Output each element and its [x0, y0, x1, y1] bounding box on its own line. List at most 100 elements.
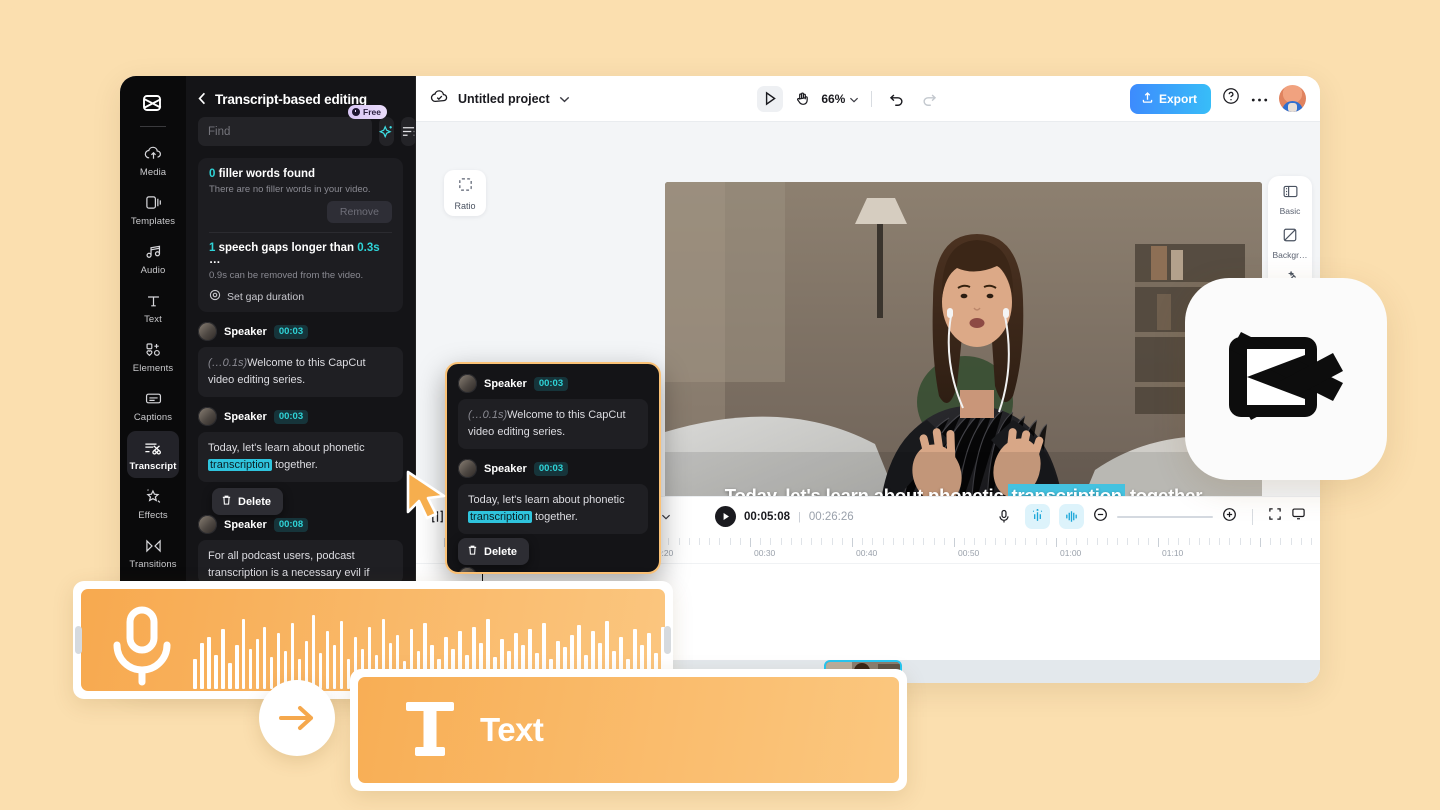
mouse-cursor — [404, 470, 452, 527]
zoom-slider[interactable] — [1117, 515, 1213, 518]
transcript-popup[interactable]: Speaker 00:03 (…0.1s)Welcome to this Cap… — [445, 362, 661, 574]
sidebar-item-transcript[interactable]: Transcript — [127, 431, 179, 478]
ratio-button[interactable]: Ratio — [444, 170, 486, 216]
ruler-tick — [1127, 538, 1129, 545]
avatar[interactable] — [1279, 85, 1306, 112]
more-horizontal-icon[interactable] — [1251, 90, 1268, 108]
capcut-logo-icon[interactable] — [136, 86, 170, 120]
cloud-check-icon[interactable] — [430, 89, 449, 109]
chevron-down-icon[interactable] — [559, 90, 570, 108]
ruler-tick — [1270, 538, 1272, 545]
popup-entry[interactable]: Speaker 00:03 Today, let's learn about p… — [458, 459, 648, 535]
sidebar-item-text[interactable]: Text — [127, 284, 179, 331]
sidebar-item-templates[interactable]: Templates — [127, 186, 179, 233]
ruler-tick — [831, 538, 833, 545]
audio-enhance-icon[interactable] — [1025, 504, 1050, 529]
waveform-icon[interactable] — [1059, 504, 1084, 529]
time-separator: | — [798, 510, 801, 523]
play-button[interactable] — [715, 506, 736, 527]
ruler-tick — [678, 538, 680, 545]
popup-entry[interactable]: Speaker 00:03 (…0.1s)Welcome to this Cap… — [458, 374, 648, 450]
highlighted-word[interactable]: transcription — [208, 459, 272, 472]
sidebar-item-audio[interactable]: Audio — [127, 235, 179, 282]
clip-handle-right[interactable] — [664, 626, 671, 654]
chevron-down-icon — [849, 92, 859, 106]
ai-sparkle-icon[interactable] — [379, 117, 394, 146]
delete-label: Delete — [484, 545, 518, 558]
transcript-text[interactable]: Today, let's learn about phonetic transc… — [458, 484, 648, 535]
remove-button[interactable]: Remove — [326, 201, 392, 223]
sidebar-item-transitions[interactable]: Transitions — [127, 529, 179, 576]
delete-button[interactable]: Delete — [212, 488, 284, 516]
transcript-text[interactable]: (…0.1s)Welcome to this CapCut video edit… — [458, 399, 648, 450]
ruler-tick — [1066, 538, 1068, 545]
video-preview[interactable]: Today, let's learn about phonetic transc… — [665, 182, 1262, 518]
export-button[interactable]: Export — [1129, 83, 1211, 114]
card-divider — [209, 232, 392, 233]
ruler-tick — [739, 538, 741, 545]
ruler-tick — [1025, 538, 1027, 545]
ruler-tick — [801, 538, 802, 545]
transcript-entry[interactable]: Speaker 00:08 For all podcast users, pod… — [198, 515, 403, 585]
ruler-tick-major — [954, 538, 955, 547]
gear-target-icon — [209, 289, 221, 304]
ruler-tick-label: 00:50 — [958, 548, 980, 558]
ruler-tick — [790, 538, 792, 545]
fit-screen-icon[interactable] — [1268, 507, 1282, 526]
right-rail-item-basic[interactable]: Basic — [1270, 184, 1310, 217]
delete-label: Delete — [238, 495, 272, 508]
transcript-text-before: Today, let's learn about phonetic — [208, 442, 365, 455]
ruler-tick — [933, 538, 935, 545]
clip-handle-left[interactable] — [75, 626, 82, 654]
speaker-name: Speaker — [224, 325, 267, 338]
ratio-label: Ratio — [454, 200, 476, 211]
transcript-entry-list: Speaker 00:03 (…0.1s)Welcome to this Cap… — [186, 322, 415, 585]
ruler-tick — [1290, 538, 1292, 545]
question-circle-icon[interactable] — [1222, 87, 1240, 110]
ruler-tick — [923, 538, 925, 545]
transcript-entry[interactable]: Speaker 00:03 Today, let's learn about p… — [198, 407, 403, 483]
total-time: 00:26:26 — [808, 510, 854, 523]
templates-icon — [144, 193, 163, 212]
cursor-play-icon[interactable] — [757, 85, 784, 112]
list-options-icon[interactable] — [401, 117, 416, 146]
highlighted-word[interactable]: transcription — [468, 511, 532, 524]
ruler-tick — [841, 538, 843, 545]
clock-icon — [352, 108, 361, 116]
transcript-entry[interactable]: Speaker 00:03 (…0.1s)Welcome to this Cap… — [198, 322, 403, 398]
search-input[interactable] — [198, 117, 372, 146]
hand-tool-icon[interactable] — [789, 86, 815, 112]
transcript-text[interactable]: (…0.1s)Welcome to this CapCut video edit… — [198, 347, 403, 398]
redo-icon[interactable] — [916, 86, 942, 112]
minus-circle-icon[interactable] — [1093, 507, 1108, 527]
ruler-tick — [1168, 538, 1170, 545]
ruler-tick — [964, 538, 966, 545]
project-title[interactable]: Untitled project — [458, 92, 550, 106]
ruler-tick — [1198, 538, 1200, 545]
set-gap-duration-button[interactable]: Set gap duration — [209, 289, 392, 304]
transcript-text[interactable]: For all podcast users, podcast transcrip… — [198, 540, 403, 585]
right-rail-item-background[interactable]: Backgr… — [1270, 227, 1310, 261]
microphone-icon[interactable] — [991, 504, 1016, 529]
text-clip-card[interactable]: Text — [350, 669, 907, 791]
plus-circle-icon[interactable] — [1222, 507, 1237, 527]
sidebar-item-captions[interactable]: Captions — [127, 382, 179, 429]
sidebar-item-media[interactable]: Media — [127, 137, 179, 184]
entry-timestamp: 00:03 — [533, 376, 569, 391]
chevron-left-icon[interactable] — [198, 92, 206, 107]
delete-button[interactable]: Delete — [458, 538, 530, 566]
preview-monitor-icon[interactable] — [1291, 507, 1306, 526]
zoom-level[interactable]: 66% — [821, 92, 859, 106]
ruler-tick — [1249, 538, 1251, 545]
ruler-tick — [984, 538, 986, 545]
arrow-right-icon — [259, 680, 335, 756]
transcript-text[interactable]: Today, let's learn about phonetic transc… — [198, 432, 403, 483]
sidebar-item-label: Audio — [140, 265, 166, 276]
sidebar-item-elements[interactable]: Elements — [127, 333, 179, 380]
speech-gaps-headline: 1 speech gaps longer than 0.3s … — [209, 242, 392, 266]
ruler-tick — [1107, 538, 1108, 545]
chevron-down-icon[interactable] — [661, 514, 671, 520]
ruler-tick — [1076, 538, 1078, 545]
sidebar-item-effects[interactable]: Effects — [127, 480, 179, 527]
undo-icon[interactable] — [884, 86, 910, 112]
